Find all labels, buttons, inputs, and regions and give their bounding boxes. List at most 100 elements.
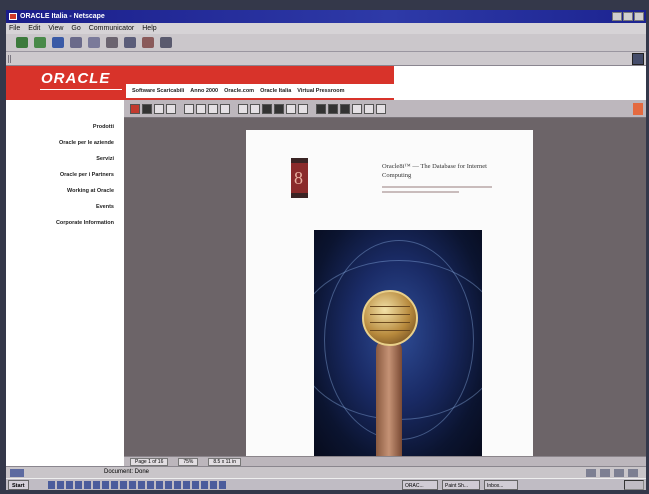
composer-icon[interactable] xyxy=(628,469,638,477)
sidebar-item-corporate[interactable]: Corporate Information xyxy=(54,220,114,227)
zoom-out-icon[interactable] xyxy=(208,103,218,114)
hand-tool-icon[interactable] xyxy=(184,103,194,114)
go-forward-icon[interactable] xyxy=(298,103,308,114)
forward-icon[interactable] xyxy=(34,37,46,48)
arm-illustration xyxy=(376,338,402,456)
sidebar-item-servizi[interactable]: Servizi xyxy=(54,156,114,163)
location-toolbar xyxy=(6,52,646,66)
pdf-viewer: 8 Oracle8i™ — The Database for Internet … xyxy=(124,100,646,466)
nav-link-virtual-pressroom[interactable]: Virtual Pressroom xyxy=(297,88,344,94)
quick-launch-icon[interactable] xyxy=(75,481,82,489)
guide-icon[interactable] xyxy=(106,37,118,48)
next-page-icon[interactable] xyxy=(262,103,272,114)
connection-icon xyxy=(10,469,24,477)
quick-launch-icon[interactable] xyxy=(102,481,109,489)
back-icon[interactable] xyxy=(16,37,28,48)
quick-launch-icon[interactable] xyxy=(165,481,172,489)
search-icon[interactable] xyxy=(88,37,100,48)
print-icon[interactable] xyxy=(130,103,140,114)
menu-file[interactable]: File xyxy=(9,23,20,34)
quick-launch-icon[interactable] xyxy=(111,481,118,489)
quick-launch-icon[interactable] xyxy=(66,481,73,489)
zoom-indicator[interactable]: 75% xyxy=(178,457,199,466)
security-icon[interactable] xyxy=(142,37,154,48)
quick-launch-icon[interactable] xyxy=(129,481,136,489)
quick-launch-icon[interactable] xyxy=(219,481,226,489)
pdf-toolbar xyxy=(124,100,646,118)
close-button[interactable] xyxy=(634,12,644,21)
mail-icon[interactable] xyxy=(600,469,610,477)
print-icon[interactable] xyxy=(124,37,136,48)
nav-link-anno-2000[interactable]: Anno 2000 xyxy=(190,88,218,94)
actual-size-icon[interactable] xyxy=(316,103,326,114)
previous-page-icon[interactable] xyxy=(250,103,260,114)
taskbar-item-inbox[interactable]: Inbox... xyxy=(484,480,518,490)
page-indicator[interactable]: Page 1 of 16 xyxy=(130,457,169,466)
info-icon[interactable] xyxy=(376,103,386,114)
rotate-icon[interactable] xyxy=(364,103,374,114)
nav-link-oracle-com[interactable]: Oracle.com xyxy=(224,88,254,94)
menu-communicator[interactable]: Communicator xyxy=(89,23,135,34)
sidebar-item-prodotti[interactable]: Prodotti xyxy=(54,124,114,131)
oracle-logo[interactable]: ORACLE xyxy=(41,70,110,87)
sidebar-item-working[interactable]: Working at Oracle xyxy=(54,188,114,195)
oracle8i-glyph: 8 xyxy=(294,168,303,188)
system-tray-clock[interactable] xyxy=(624,480,644,490)
quick-launch-icon[interactable] xyxy=(147,481,154,489)
quick-launch-icon[interactable] xyxy=(120,481,127,489)
window-controls xyxy=(612,12,644,21)
quick-launch-icon[interactable] xyxy=(201,481,208,489)
taskbar-item-oracle[interactable]: ORAC... xyxy=(402,480,438,490)
fit-width-icon[interactable] xyxy=(340,103,350,114)
page-size-indicator: 8.5 x 11 in xyxy=(208,457,242,466)
minimize-button[interactable] xyxy=(612,12,622,21)
start-button[interactable]: Start xyxy=(8,480,29,490)
go-back-icon[interactable] xyxy=(286,103,296,114)
first-page-icon[interactable] xyxy=(238,103,248,114)
nav-link-oracle-italia[interactable]: Oracle Italia xyxy=(260,88,291,94)
menu-go[interactable]: Go xyxy=(71,23,80,34)
thumbnails-icon[interactable] xyxy=(166,103,176,114)
sidebar-item-partners[interactable]: Oracle per i Partners xyxy=(54,172,114,179)
discussions-icon[interactable] xyxy=(614,469,624,477)
globe-illustration xyxy=(362,290,418,346)
toolbar-grip[interactable] xyxy=(8,55,34,63)
quick-launch-icon[interactable] xyxy=(93,481,100,489)
stop-icon[interactable] xyxy=(160,37,172,48)
save-icon[interactable] xyxy=(142,103,152,114)
select-text-icon[interactable] xyxy=(220,103,230,114)
bookmarks-icon[interactable] xyxy=(154,103,164,114)
sidebar-item-aziende[interactable]: Oracle per le aziende xyxy=(54,140,114,147)
oracle8i-logo: 8 xyxy=(291,158,308,198)
title-bar: ORACLE Italia - Netscape xyxy=(6,10,646,23)
last-page-icon[interactable] xyxy=(274,103,284,114)
navigator-icon[interactable] xyxy=(586,469,596,477)
quick-launch-icon[interactable] xyxy=(48,481,55,489)
quick-launch-icon[interactable] xyxy=(138,481,145,489)
zoom-in-icon[interactable] xyxy=(196,103,206,114)
fit-page-icon[interactable] xyxy=(328,103,338,114)
menu-view[interactable]: View xyxy=(48,23,63,34)
page-content: ORACLE Software Scaricabili Anno 2000 Or… xyxy=(6,66,646,466)
component-bar xyxy=(586,469,638,477)
nav-link-software[interactable]: Software Scaricabili xyxy=(132,88,184,94)
quick-launch-icon[interactable] xyxy=(174,481,181,489)
quick-launch-icon[interactable] xyxy=(210,481,217,489)
home-icon[interactable] xyxy=(70,37,82,48)
menu-edit[interactable]: Edit xyxy=(28,23,40,34)
sidebar-item-events[interactable]: Events xyxy=(54,204,114,211)
taskbar-item-paint[interactable]: Paint Sh... xyxy=(442,480,480,490)
screen: ORACLE Italia - Netscape File Edit View … xyxy=(6,10,646,490)
maximize-button[interactable] xyxy=(623,12,633,21)
pdf-page: 8 Oracle8i™ — The Database for Internet … xyxy=(246,130,533,460)
acrobat-logo-icon xyxy=(633,103,643,115)
quick-launch-icon[interactable] xyxy=(57,481,64,489)
menu-bar: File Edit View Go Communicator Help xyxy=(6,23,646,34)
quick-launch-icon[interactable] xyxy=(84,481,91,489)
reload-icon[interactable] xyxy=(52,37,64,48)
quick-launch-icon[interactable] xyxy=(183,481,190,489)
quick-launch-icon[interactable] xyxy=(192,481,199,489)
find-icon[interactable] xyxy=(352,103,362,114)
menu-help[interactable]: Help xyxy=(142,23,156,34)
quick-launch-icon[interactable] xyxy=(156,481,163,489)
